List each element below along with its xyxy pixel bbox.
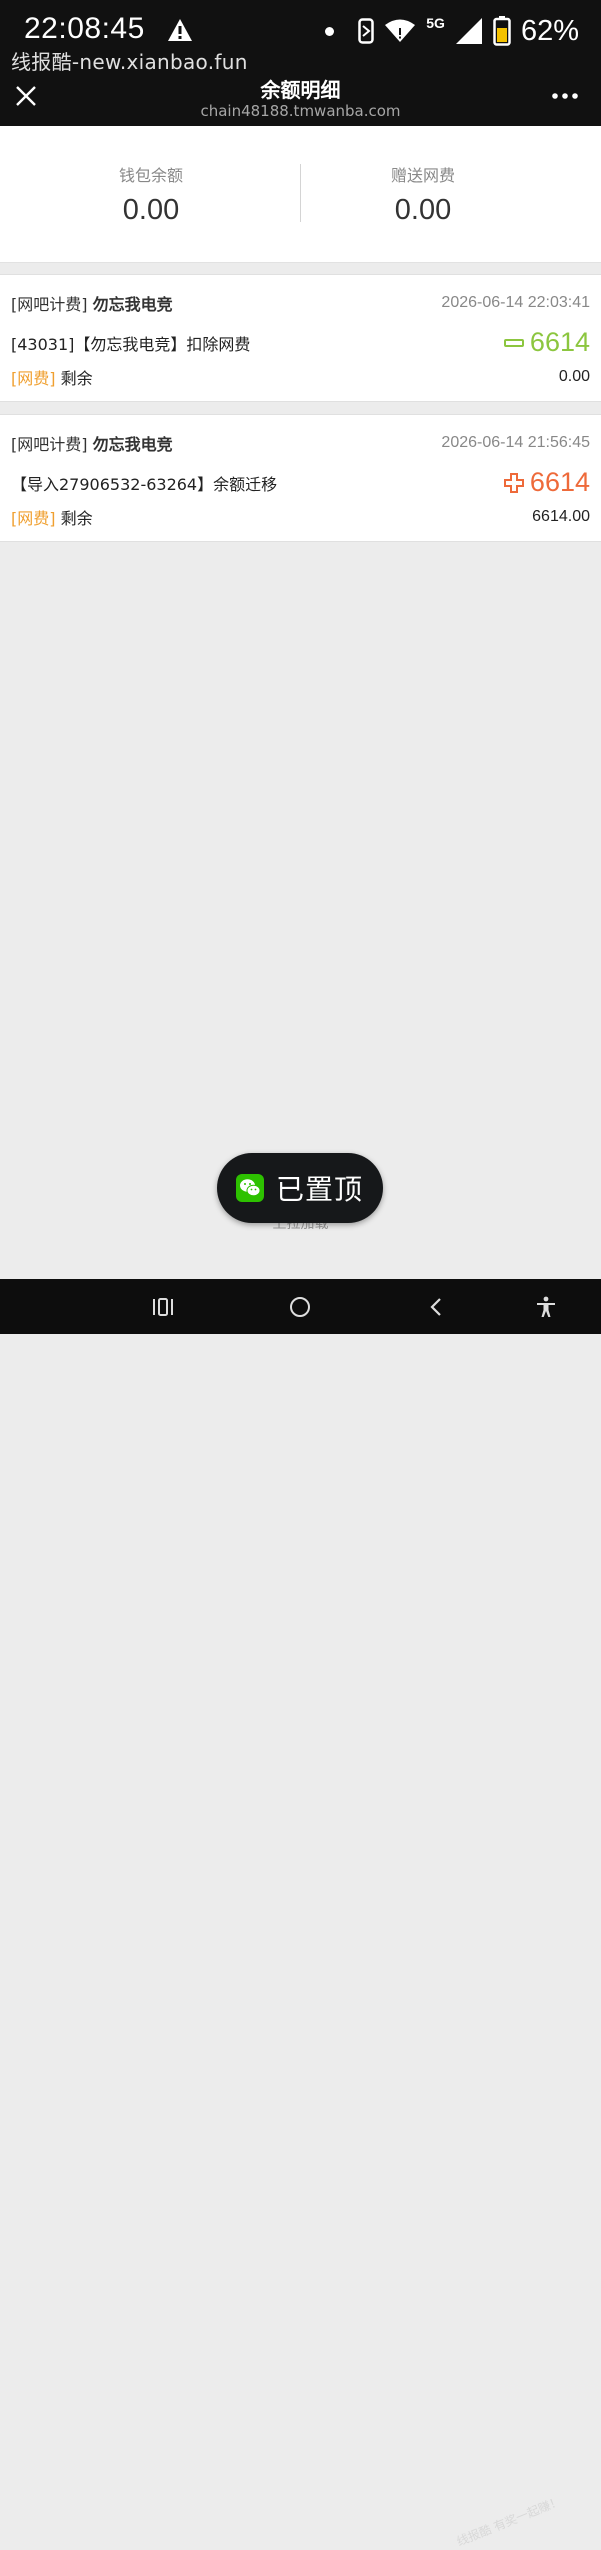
pinned-toast: 已置顶: [217, 1153, 383, 1223]
minus-icon: [503, 338, 524, 347]
wifi-icon: [385, 19, 416, 42]
wallet-balance-label: 钱包余额: [118, 166, 183, 185]
plus-icon: [503, 472, 524, 493]
record-item[interactable]: [网吧计费] 勿忘我电竞 2026-06-14 21:56:45 【导入2790…: [0, 414, 601, 542]
watermark-text: 线报酷-new.xianbao.fun: [11, 50, 248, 74]
gift-fee-label: 赠送网费: [390, 166, 455, 185]
record-remain-label: 剩余: [60, 509, 93, 528]
record-amount: 6614: [503, 327, 590, 358]
gift-fee-value: 0.00: [394, 194, 452, 226]
status-time: 22:08:45: [24, 12, 145, 45]
record-remain-label: 剩余: [60, 369, 93, 388]
battery-percent: 62%: [520, 14, 579, 47]
back-icon[interactable]: [425, 1295, 449, 1319]
watermark-bottom: 线报酷 有奖一起赚！: [454, 2493, 564, 2549]
wallet-balance: 钱包余额 0.00: [28, 162, 274, 227]
recent-apps-icon[interactable]: [151, 1295, 175, 1319]
record-amount-value: 6614: [529, 467, 590, 497]
record-tag: [网费]: [11, 509, 56, 528]
top-bar: 22:08:45 线报酷-new.xianbao.fun 5G 62% 余额明细: [0, 0, 601, 126]
wallet-balance-value: 0.00: [122, 194, 180, 226]
system-navigation-bar: 线报酷 有奖一起赚！: [0, 1279, 601, 2549]
record-amount-value: 6614: [529, 327, 590, 357]
record-category: [网吧计费]: [11, 435, 88, 454]
notification-dot-icon: [325, 26, 335, 36]
record-amount: 6614: [503, 467, 590, 498]
record-tag: [网费]: [11, 369, 56, 388]
battery-icon: [493, 16, 511, 46]
record-store: 勿忘我电竞: [92, 295, 173, 314]
balance-summary: 钱包余额 0.00 赠送网费 0.00: [0, 126, 601, 263]
accessibility-icon[interactable]: [534, 1295, 558, 1319]
gift-fee: 赠送网费 0.00: [300, 162, 546, 227]
record-time: 2026-06-14 21:56:45: [441, 434, 590, 451]
warning-icon: [168, 19, 192, 41]
record-category: [网吧计费]: [11, 295, 88, 314]
record-remain: 0.00: [558, 368, 590, 385]
signal-icon: [455, 18, 482, 44]
record-remain: 6614.00: [532, 508, 590, 525]
more-options-icon[interactable]: [551, 92, 579, 100]
record-description: 【导入27906532-63264】余额迁移: [11, 474, 278, 494]
record-item[interactable]: [网吧计费] 勿忘我电竞 2026-06-14 22:03:41 [43031]…: [0, 274, 601, 402]
vibrate-icon: [358, 18, 375, 44]
status-icons: 5G 62%: [325, 14, 579, 48]
record-description: [43031]【勿忘我电竞】扣除网费: [11, 334, 251, 354]
toast-text: 已置顶: [276, 1173, 364, 1206]
home-icon[interactable]: [288, 1295, 312, 1319]
record-time: 2026-06-14 22:03:41: [441, 294, 590, 311]
network-type: 5G: [426, 15, 445, 31]
wechat-icon: [236, 1174, 264, 1202]
page-title: 余额明细: [260, 78, 341, 102]
record-store: 勿忘我电竞: [92, 435, 173, 454]
page-url: chain48188.tmwanba.com: [200, 102, 401, 120]
